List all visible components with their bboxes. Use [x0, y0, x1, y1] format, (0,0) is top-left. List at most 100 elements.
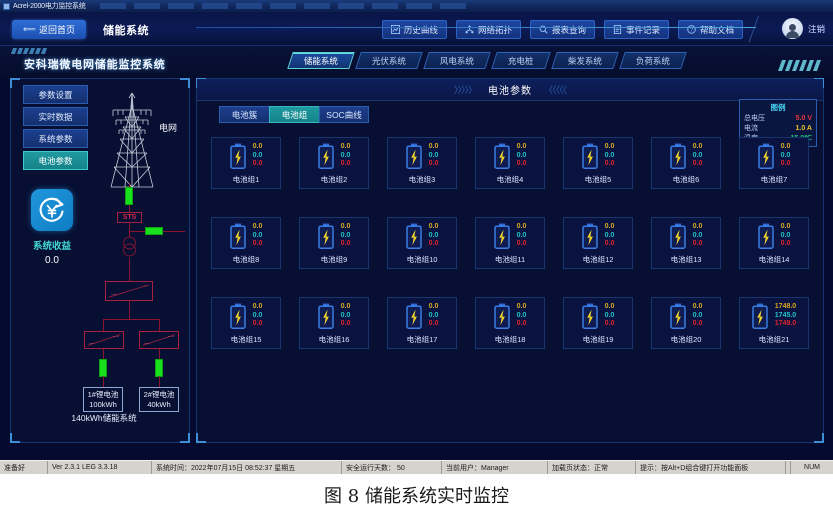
- battery-value-voltage: 1748.0: [774, 303, 797, 311]
- battery-card-top: 0.0 0.0 0.0: [669, 223, 702, 249]
- battery-value-current: 0.0: [692, 311, 703, 319]
- nav-tab-wind-power[interactable]: 风电系统: [423, 52, 491, 69]
- battery-value-temperature: 0.0: [604, 240, 615, 248]
- sidebar-item-battery-parameters[interactable]: 电池参数: [23, 151, 88, 170]
- status-version: Ver 2.3.1 LEG 3.3.18: [48, 461, 152, 474]
- sidebar-decoration-stripes: [10, 48, 48, 54]
- taskbar-chip: [235, 3, 262, 9]
- battery-group-card[interactable]: 0.0 0.0 0.0 电池组17: [387, 297, 457, 349]
- battery-value-temperature: 0.0: [252, 160, 263, 168]
- app-header: ⟸ 返回首页 储能系统 历史曲线 网络拓扑 报表查询 事件记录 ? 帮助文档 注…: [0, 12, 833, 46]
- battery-value-voltage: 0.0: [252, 143, 263, 151]
- sidebar-item-realtime-data[interactable]: 实时数据: [23, 107, 88, 126]
- battery-group-card[interactable]: 0.0 0.0 0.0 电池组1: [211, 137, 281, 189]
- user-account-area[interactable]: 注销: [781, 18, 825, 39]
- nav-tab-charging-pile[interactable]: 充电桩: [491, 52, 551, 69]
- nav-tab-label: 风电系统: [440, 55, 475, 66]
- battery-group-card[interactable]: 0.0 0.0 0.0 电池组18: [475, 297, 545, 349]
- battery-value-current: 0.0: [428, 311, 439, 319]
- logout-label[interactable]: 注销: [808, 23, 825, 35]
- battery-value-voltage: 0.0: [340, 223, 351, 231]
- battery-group-card[interactable]: 1748.0 1745.0 1749.0 电池组21: [739, 297, 809, 349]
- battery-group-card[interactable]: 0.0 0.0 0.0 电池组20: [651, 297, 721, 349]
- battery-card-top: 0.0 0.0 0.0: [229, 303, 262, 329]
- battery-value-current: 0.0: [604, 311, 615, 319]
- history-curve-button[interactable]: 历史曲线: [381, 20, 447, 39]
- battery-group-card[interactable]: 0.0 0.0 0.0 电池组8: [211, 217, 281, 269]
- main-panel-header: 〉〉〉〉〉 电池参数 〈〈〈〈〈: [197, 79, 823, 101]
- battery-card-values: 0.0 0.0 0.0: [781, 223, 791, 249]
- battery-group-card[interactable]: 0.0 0.0 0.0 电池组10: [387, 217, 457, 269]
- battery-value-temperature: 0.0: [604, 320, 615, 328]
- battery-bolt-icon: [752, 303, 768, 329]
- event-log-button[interactable]: 事件记录: [603, 20, 669, 39]
- back-to-home-button[interactable]: ⟸ 返回首页: [12, 20, 86, 39]
- battery-value-voltage: 0.0: [516, 143, 527, 151]
- battery-group-card[interactable]: 0.0 0.0 0.0 电池组4: [475, 137, 545, 189]
- battery-card-values: 0.0 0.0 0.0: [605, 143, 615, 169]
- header-toolbar: 历史曲线 网络拓扑 报表查询 事件记录 ? 帮助文档: [381, 20, 743, 39]
- battery-group-card[interactable]: 0.0 0.0 0.0 电池组3: [387, 137, 457, 189]
- battery-unit-1-capacity: 100kWh: [89, 400, 117, 409]
- battery-value-temperature: 0.0: [516, 160, 527, 168]
- nav-tab-diesel-generator[interactable]: 柴发系统: [550, 52, 619, 69]
- sidebar-item-system-parameters[interactable]: 系统参数: [23, 129, 88, 148]
- main-converter-box: — ~: [105, 281, 153, 301]
- tab-soc-curve[interactable]: SOC曲线: [319, 106, 369, 123]
- sidebar-item-parameter-settings[interactable]: 参数设置: [23, 85, 88, 104]
- battery-value-temperature: 0.0: [340, 240, 351, 248]
- battery-value-temperature: 0.0: [604, 160, 615, 168]
- nav-tab-load-system[interactable]: 负荷系统: [618, 52, 687, 69]
- battery-card-label: 电池组10: [406, 255, 438, 264]
- battery-group-card[interactable]: 0.0 0.0 0.0 电池组15: [211, 297, 281, 349]
- battery-bolt-icon: [669, 223, 686, 249]
- battery-group-card[interactable]: 0.0 0.0 0.0 电池组11: [475, 217, 545, 269]
- battery-group-card[interactable]: 0.0 0.0 0.0 电池组7: [739, 137, 809, 189]
- battery-value-current: 0.0: [428, 231, 439, 239]
- battery-value-temperature: 0.0: [516, 320, 527, 328]
- status-load-state: 加载页状态：正常: [548, 461, 636, 474]
- status-ready: 准备好: [0, 461, 48, 474]
- nav-tab-photovoltaic[interactable]: 光伏系统: [355, 52, 423, 69]
- tab-battery-cluster[interactable]: 电池簇: [219, 106, 269, 123]
- battery-group-card[interactable]: 0.0 0.0 0.0 电池组13: [651, 217, 721, 269]
- battery-value-temperature: 0.0: [780, 240, 791, 248]
- battery-group-card[interactable]: 0.0 0.0 0.0 电池组14: [739, 217, 809, 269]
- battery-card-top: 0.0 0.0 0.0: [405, 143, 438, 169]
- battery-card-top: 1748.0 1745.0 1749.0: [752, 303, 796, 329]
- nav-tab-label: 负荷系统: [635, 55, 670, 66]
- battery-group-card[interactable]: 0.0 0.0 0.0 电池组12: [563, 217, 633, 269]
- battery-value-current: 0.0: [340, 231, 351, 239]
- status-safe-days: 安全运行天数： 50: [342, 461, 442, 474]
- battery-card-values: 0.0 0.0 0.0: [253, 223, 263, 249]
- battery-value-current: 0.0: [780, 151, 791, 159]
- battery-group-card[interactable]: 0.0 0.0 0.0 电池组2: [299, 137, 369, 189]
- nav-decoration-stripes: [777, 60, 822, 71]
- tab-label: 电池簇: [231, 109, 258, 120]
- network-topology-button[interactable]: 网络拓扑: [455, 20, 521, 39]
- report-query-button[interactable]: 报表查询: [529, 20, 595, 39]
- battery-group-card[interactable]: 0.0 0.0 0.0 电池组16: [299, 297, 369, 349]
- sts-box: STS: [117, 212, 142, 223]
- battery-group-card[interactable]: 0.0 0.0 0.0 电池组5: [563, 137, 633, 189]
- system-profit-badge: [31, 189, 73, 231]
- nav-tab-energy-storage[interactable]: 储能系统: [287, 52, 355, 69]
- battery-card-top: 0.0 0.0 0.0: [405, 223, 439, 249]
- battery-value-voltage: 0.0: [340, 303, 351, 311]
- legend-key: 电流: [744, 125, 758, 132]
- battery-bolt-icon: [229, 223, 246, 249]
- battery-card-label: 电池组7: [760, 175, 788, 184]
- battery-group-card[interactable]: 0.0 0.0 0.0 电池组6: [651, 137, 721, 189]
- battery-group-card[interactable]: 0.0 0.0 0.0 电池组19: [563, 297, 633, 349]
- battery-unit-2-box: 2#锂电池 40kWh: [139, 387, 179, 412]
- dcdc-converter-box-1: — —: [84, 331, 124, 349]
- battery-card-label: 电池组8: [232, 255, 260, 264]
- back-arrow-icon: ⟸: [23, 24, 36, 34]
- help-doc-button[interactable]: ? 帮助文档: [677, 20, 743, 39]
- battery-card-values: 0.0 0.0 0.0: [253, 143, 263, 169]
- tab-battery-group[interactable]: 电池组: [269, 106, 319, 123]
- legend-row-current: 电流 1.0 A: [744, 124, 812, 134]
- battery-card-values: 0.0 0.0 0.0: [517, 303, 527, 329]
- battery-group-card[interactable]: 0.0 0.0 0.0 电池组9: [299, 217, 369, 269]
- battery-card-label: 电池组13: [670, 255, 702, 264]
